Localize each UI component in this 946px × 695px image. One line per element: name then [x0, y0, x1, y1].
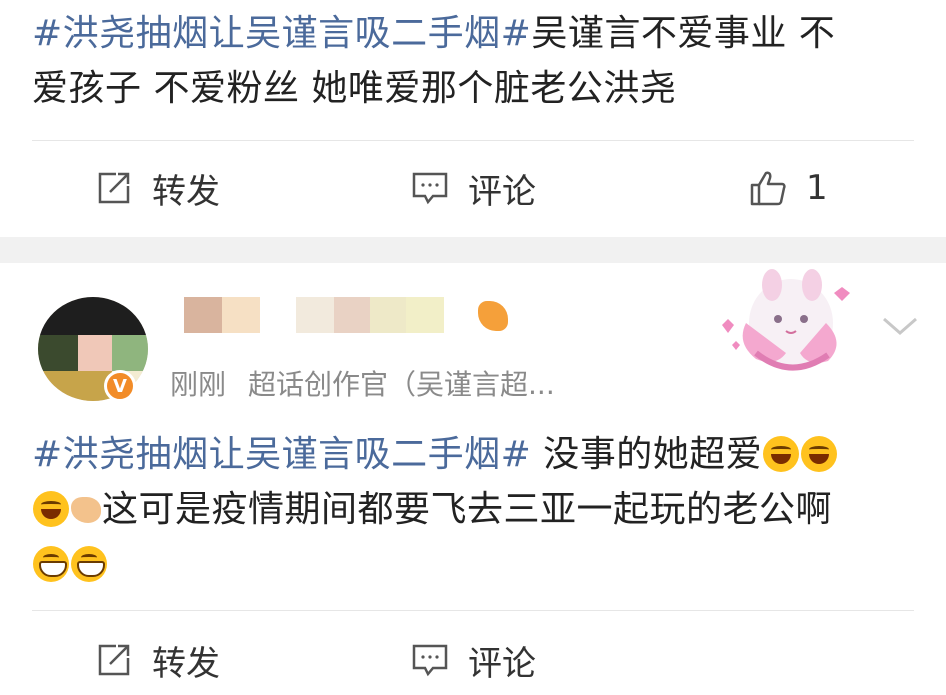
repost-label: 转发 [152, 643, 220, 684]
post-text-line-b: 爱孩子 不爱粉丝 她唯爱那个脏老公洪尧 [32, 68, 677, 109]
grin-emoji-icon [33, 546, 69, 582]
post-text-line-b: 这可是疫情期间都要飞去三亚一起玩的老公啊 [102, 489, 833, 530]
weibo-post-1: #洪尧抽烟让吴谨言吸二手烟#吴谨言不爱事业 不 爱孩子 不爱粉丝 她唯爱那个脏老… [0, 0, 946, 237]
comment-label: 评论 [468, 171, 536, 212]
divider [32, 140, 914, 141]
pointing-hand-emoji-icon [71, 497, 101, 523]
weibo-post-2: V 刚刚 超话创作官（吴谨言超... #洪尧抽烟让吴谨言吸二手烟# 没事的她超爱 … [0, 263, 946, 695]
post-time: 刚刚 [170, 368, 227, 401]
topic-tag[interactable]: #洪尧抽烟让吴谨言吸二手烟# [32, 434, 531, 475]
post-meta: 刚刚 超话创作官（吴谨言超... [170, 367, 555, 403]
action-bar: 转发 评论 [0, 625, 946, 695]
comment-button[interactable]: 评论 [410, 153, 536, 223]
divider [32, 610, 914, 611]
verified-badge: V [104, 370, 136, 402]
post-text-line-a: 没事的她超爱 [531, 434, 763, 475]
post-source[interactable]: 超话创作官（吴谨言超... [248, 368, 555, 401]
like-count: 1 [806, 168, 828, 208]
topic-tag[interactable]: #洪尧抽烟让吴谨言吸二手烟# [32, 13, 531, 54]
comment-icon [410, 640, 450, 680]
repost-button[interactable]: 转发 [94, 153, 220, 223]
action-bar: 转发 评论 1 [0, 153, 946, 223]
feed-separator [0, 237, 946, 263]
comment-label: 评论 [468, 643, 536, 684]
grin-emoji-icon [71, 546, 107, 582]
post-text-line-a: 吴谨言不爱事业 不 [531, 13, 836, 54]
laugh-cry-emoji-icon [801, 436, 838, 472]
chevron-down-icon[interactable] [880, 311, 920, 341]
decorative-sticker [722, 269, 850, 371]
post-text: #洪尧抽烟让吴谨言吸二手烟# 没事的她超爱 这可是疫情期间都要飞去三亚一起玩的老… [32, 427, 906, 592]
laugh-cry-emoji-icon [763, 436, 800, 472]
post-text: #洪尧抽烟让吴谨言吸二手烟#吴谨言不爱事业 不 爱孩子 不爱粉丝 她唯爱那个脏老… [32, 6, 906, 116]
repost-button[interactable]: 转发 [94, 625, 220, 695]
repost-label: 转发 [152, 171, 220, 212]
comment-button[interactable]: 评论 [410, 625, 536, 695]
laugh-cry-emoji-icon [33, 491, 69, 527]
repost-icon [94, 168, 134, 208]
like-button[interactable]: 1 [748, 153, 828, 223]
comment-icon [410, 168, 450, 208]
repost-icon [94, 640, 134, 680]
thumbs-up-icon [748, 168, 788, 208]
